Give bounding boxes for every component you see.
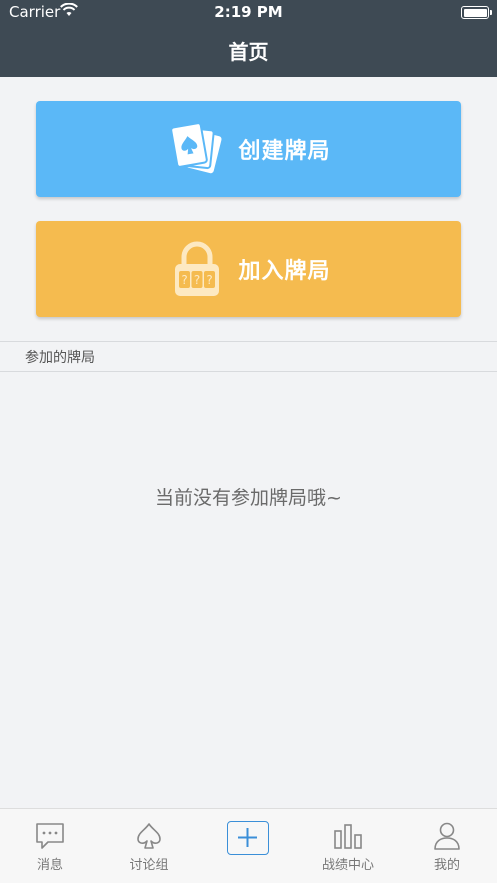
svg-text:?: ? bbox=[182, 273, 188, 287]
tab-profile-label: 我的 bbox=[433, 858, 460, 873]
svg-text:?: ? bbox=[207, 273, 213, 287]
status-bar: Carrier 2:19 PM bbox=[0, 0, 497, 24]
playing-cards-icon bbox=[166, 119, 228, 179]
create-game-button[interactable]: 创建牌局 bbox=[36, 101, 461, 197]
join-game-button[interactable]: ? ? ? 加入牌局 bbox=[36, 221, 461, 317]
tab-profile[interactable]: 我的 bbox=[407, 809, 487, 883]
page-title: 首页 bbox=[228, 40, 269, 64]
tab-stats-label: 战绩中心 bbox=[321, 858, 374, 873]
tab-bar: 消息 讨论组 战绩中心 我的 bbox=[0, 808, 497, 883]
battery-icon bbox=[461, 6, 492, 19]
bar-chart-icon bbox=[332, 821, 364, 851]
section-title: 参加的牌局 bbox=[25, 350, 95, 366]
tab-discussion-label: 讨论组 bbox=[129, 858, 169, 873]
svg-text:?: ? bbox=[194, 273, 200, 287]
top-bar: Carrier 2:19 PM 首页 bbox=[0, 0, 497, 77]
user-icon bbox=[431, 821, 463, 851]
chat-bubble-icon bbox=[34, 821, 66, 851]
joined-games-header: 参加的牌局 bbox=[0, 341, 497, 372]
tab-discussion[interactable]: 讨论组 bbox=[109, 809, 189, 883]
combination-lock-icon: ? ? ? bbox=[166, 239, 228, 299]
tab-messages[interactable]: 消息 bbox=[10, 809, 90, 883]
spade-icon bbox=[133, 821, 165, 851]
tab-stats[interactable]: 战绩中心 bbox=[308, 809, 388, 883]
tab-messages-label: 消息 bbox=[36, 858, 63, 873]
tab-add[interactable] bbox=[208, 809, 288, 883]
plus-icon bbox=[227, 821, 269, 855]
create-game-label: 创建牌局 bbox=[238, 139, 331, 164]
empty-state-message: 当前没有参加牌局哦~ bbox=[155, 487, 342, 509]
status-time: 2:19 PM bbox=[214, 3, 283, 21]
join-game-label: 加入牌局 bbox=[238, 259, 331, 284]
